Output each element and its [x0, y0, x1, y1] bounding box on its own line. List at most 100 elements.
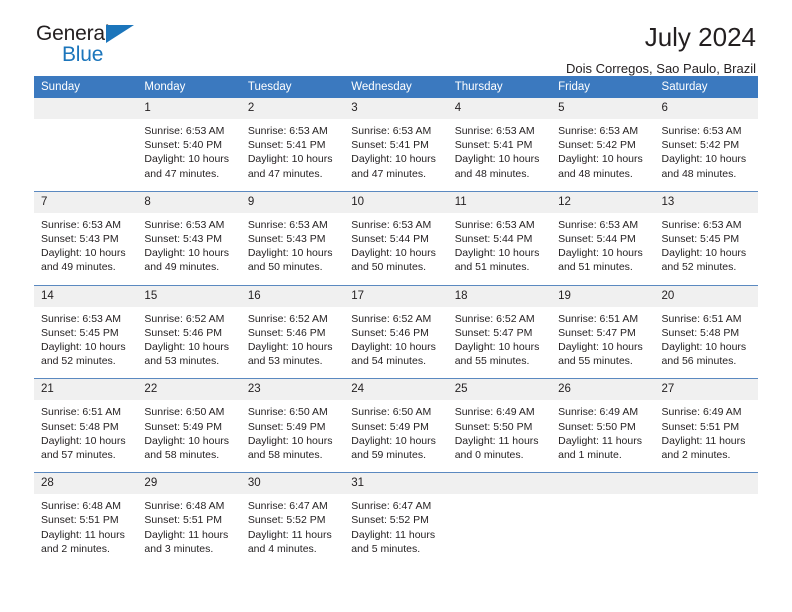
calendar-day-cell[interactable]: 23 Sunrise: 6:50 AM Sunset: 5:49 PM Dayligh… — [240, 378, 345, 473]
calendar-day-cell[interactable]: 25 Sunrise: 6:49 AM Sunset: 5:50 PM Dayligh… — [447, 378, 552, 473]
calendar-day-cell[interactable]: 15 Sunrise: 6:52 AM Sunset: 5:46 PM Dayligh… — [137, 284, 241, 379]
sunset-text: Sunset: 5:43 PM — [144, 233, 223, 246]
calendar-day-cell[interactable]: 3 Sunrise: 6:53 AM Sunset: 5:41 PM Daylight… — [344, 98, 448, 192]
day-details: Sunrise: 6:49 AM Sunset: 5:51 PM Daylight:… — [655, 400, 758, 472]
sunset-text: Sunset: 5:48 PM — [41, 420, 119, 433]
day-number: 23 — [240, 379, 345, 401]
sunrise-text: Sunrise: 6:53 AM — [558, 125, 639, 137]
sunrise-text: Sunrise: 6:48 AM — [41, 500, 121, 513]
sunrise-text: Sunrise: 6:51 AM — [558, 312, 639, 325]
calendar-day-cell[interactable]: 13 Sunrise: 6:53 AM Sunset: 5:45 PM Dayligh… — [654, 190, 758, 286]
sunset-text: Sunset: 5:44 PM — [558, 233, 636, 246]
weekday-header-thursday: Thursday — [447, 76, 552, 98]
day-details: Sunrise: 6:51 AM Sunset: 5:47 PM Daylight:… — [551, 307, 654, 379]
daylight-text-line1: Daylight: 10 hours — [558, 247, 643, 260]
day-details: Sunrise: 6:53 AM Sunset: 5:41 PM Daylight:… — [344, 119, 447, 191]
calendar-day-cell[interactable]: 28 Sunrise: 6:48 AM Sunset: 5:51 PM Dayligh… — [34, 472, 138, 567]
calendar-day-cell[interactable]: 20 Sunrise: 6:51 AM Sunset: 5:48 PM Dayligh… — [654, 284, 758, 379]
day-details: Sunrise: 6:48 AM Sunset: 5:51 PM Daylight:… — [137, 494, 240, 566]
day-number: 24 — [344, 379, 448, 401]
sunrise-text: Sunrise: 6:52 AM — [351, 312, 432, 325]
sunset-text: Sunset: 5:52 PM — [351, 514, 429, 527]
calendar-day-cell[interactable]: 14 Sunrise: 6:53 AM Sunset: 5:45 PM Dayligh… — [34, 284, 138, 379]
day-number: 9 — [240, 191, 345, 213]
calendar-day-cell[interactable]: 24 Sunrise: 6:50 AM Sunset: 5:49 PM Dayligh… — [344, 378, 448, 473]
day-details: Sunrise: 6:49 AM Sunset: 5:50 PM Daylight:… — [551, 400, 654, 472]
sunrise-text: Sunrise: 6:51 AM — [661, 312, 742, 325]
sunset-text: Sunset: 5:47 PM — [454, 326, 533, 339]
calendar-day-cell[interactable]: 16 Sunrise: 6:52 AM Sunset: 5:46 PM Dayligh… — [240, 284, 345, 379]
daylight-text-line1: Daylight: 10 hours — [41, 434, 126, 447]
sunset-text: Sunset: 5:42 PM — [661, 139, 740, 152]
sunset-text: Sunset: 5:49 PM — [351, 420, 429, 433]
calendar-day-cell[interactable]: 2 Sunrise: 6:53 AM Sunset: 5:41 PM Daylight… — [240, 98, 345, 192]
sunset-text: Sunset: 5:47 PM — [558, 326, 636, 339]
day-number: 5 — [551, 98, 655, 119]
calendar-day-cell[interactable]: 27 Sunrise: 6:49 AM Sunset: 5:51 PM Dayligh… — [654, 378, 758, 473]
calendar-day-cell[interactable]: 22 Sunrise: 6:50 AM Sunset: 5:49 PM Dayligh… — [137, 378, 241, 473]
daylight-text-line2: and 54 minutes. — [351, 355, 426, 368]
day-details: Sunrise: 6:53 AM Sunset: 5:44 PM Daylight:… — [448, 213, 551, 285]
calendar-day-cell[interactable]: 29 Sunrise: 6:48 AM Sunset: 5:51 PM Dayligh… — [137, 472, 241, 567]
daylight-text-line2: and 2 minutes. — [41, 542, 110, 555]
daylight-text-line1: Daylight: 10 hours — [144, 434, 230, 447]
weekday-header-wednesday: Wednesday — [344, 76, 448, 98]
calendar-day-cell[interactable]: 7 Sunrise: 6:53 AM Sunset: 5:43 PM Daylight… — [34, 190, 138, 286]
calendar-week-row: 28 Sunrise: 6:48 AM Sunset: 5:51 PM Dayligh… — [34, 472, 758, 567]
sunrise-text: Sunrise: 6:53 AM — [454, 125, 535, 137]
day-number — [551, 473, 655, 495]
daylight-text-line1: Daylight: 10 hours — [247, 341, 333, 354]
daylight-text-line2: and 48 minutes. — [558, 167, 633, 180]
calendar-day-cell[interactable]: 8 Sunrise: 6:53 AM Sunset: 5:43 PM Daylight… — [137, 190, 241, 286]
daylight-text-line2: and 58 minutes. — [144, 449, 220, 462]
day-number: 21 — [34, 379, 138, 401]
calendar-day-cell[interactable]: 1 Sunrise: 6:53 AM Sunset: 5:40 PM Daylight… — [137, 98, 241, 192]
calendar-body: 1 Sunrise: 6:53 AM Sunset: 5:40 PM Daylight… — [34, 98, 758, 567]
calendar-day-cell[interactable]: 10 Sunrise: 6:53 AM Sunset: 5:44 PM Dayligh… — [344, 190, 448, 286]
calendar-day-cell[interactable]: 6 Sunrise: 6:53 AM Sunset: 5:42 PM Daylight… — [654, 98, 758, 192]
calendar-day-cell[interactable]: 26 Sunrise: 6:49 AM Sunset: 5:50 PM Dayligh… — [551, 378, 655, 473]
calendar-day-cell[interactable]: 18 Sunrise: 6:52 AM Sunset: 5:47 PM Dayligh… — [447, 284, 552, 379]
weekday-header-sunday: Sunday — [34, 76, 138, 98]
calendar-day-cell[interactable]: 31 Sunrise: 6:47 AM Sunset: 5:52 PM Dayligh… — [344, 472, 448, 567]
calendar-header-row: Sunday Monday Tuesday Wednesday Thursday Frid… — [34, 76, 758, 98]
day-number: 16 — [240, 285, 345, 307]
calendar-day-cell[interactable]: 30 Sunrise: 6:47 AM Sunset: 5:52 PM Dayligh… — [240, 472, 345, 567]
calendar-day-cell[interactable]: 19 Sunrise: 6:51 AM Sunset: 5:47 PM Dayligh… — [551, 284, 655, 379]
sunrise-text: Sunrise: 6:50 AM — [247, 406, 328, 419]
calendar-day-cell[interactable]: 17 Sunrise: 6:52 AM Sunset: 5:46 PM Dayligh… — [344, 284, 448, 379]
sunrise-text: Sunrise: 6:53 AM — [661, 218, 742, 231]
sunrise-text: Sunrise: 6:53 AM — [144, 125, 225, 137]
calendar-day-cell[interactable]: 9 Sunrise: 6:53 AM Sunset: 5:43 PM Daylight… — [240, 190, 345, 286]
daylight-text-line1: Daylight: 10 hours — [247, 153, 333, 166]
daylight-text-line1: Daylight: 10 hours — [41, 341, 126, 354]
day-details: Sunrise: 6:51 AM Sunset: 5:48 PM Daylight:… — [655, 307, 758, 379]
weekday-header-saturday: Saturday — [654, 76, 758, 98]
calendar-day-cell[interactable]: 4 Sunrise: 6:53 AM Sunset: 5:41 PM Daylight… — [447, 98, 552, 192]
daylight-text-line2: and 58 minutes. — [247, 449, 323, 462]
daylight-text-line2: and 47 minutes. — [247, 167, 323, 180]
calendar-cell-empty — [654, 472, 758, 567]
daylight-text-line2: and 49 minutes. — [41, 261, 116, 274]
general-blue-logo[interactable]: General Blue — [34, 22, 194, 70]
daylight-text-line2: and 50 minutes. — [247, 261, 323, 274]
day-number: 20 — [654, 285, 758, 307]
sunrise-text: Sunrise: 6:47 AM — [351, 500, 432, 513]
daylight-text-line2: and 3 minutes. — [144, 542, 214, 555]
daylight-text-line2: and 53 minutes. — [144, 355, 220, 368]
sunrise-text: Sunrise: 6:53 AM — [661, 125, 742, 137]
day-details: Sunrise: 6:50 AM Sunset: 5:49 PM Daylight:… — [344, 400, 447, 472]
calendar-day-cell[interactable]: 11 Sunrise: 6:53 AM Sunset: 5:44 PM Dayligh… — [447, 190, 552, 286]
calendar-day-cell[interactable]: 5 Sunrise: 6:53 AM Sunset: 5:42 PM Daylight… — [551, 98, 655, 192]
daylight-text-line2: and 48 minutes. — [661, 167, 737, 180]
sunset-text: Sunset: 5:50 PM — [558, 420, 636, 433]
calendar-day-cell[interactable]: 12 Sunrise: 6:53 AM Sunset: 5:44 PM Dayligh… — [551, 190, 655, 286]
sunrise-text: Sunrise: 6:48 AM — [144, 500, 225, 513]
calendar-day-cell[interactable]: 21 Sunrise: 6:51 AM Sunset: 5:48 PM Dayligh… — [34, 378, 138, 473]
sunset-text: Sunset: 5:41 PM — [247, 139, 326, 152]
daylight-text-line2: and 59 minutes. — [351, 449, 426, 462]
day-number: 27 — [654, 379, 758, 401]
sunrise-text: Sunrise: 6:50 AM — [144, 406, 225, 419]
day-details: Sunrise: 6:53 AM Sunset: 5:43 PM Daylight:… — [137, 213, 240, 285]
page-title: July 2024 — [644, 22, 756, 52]
